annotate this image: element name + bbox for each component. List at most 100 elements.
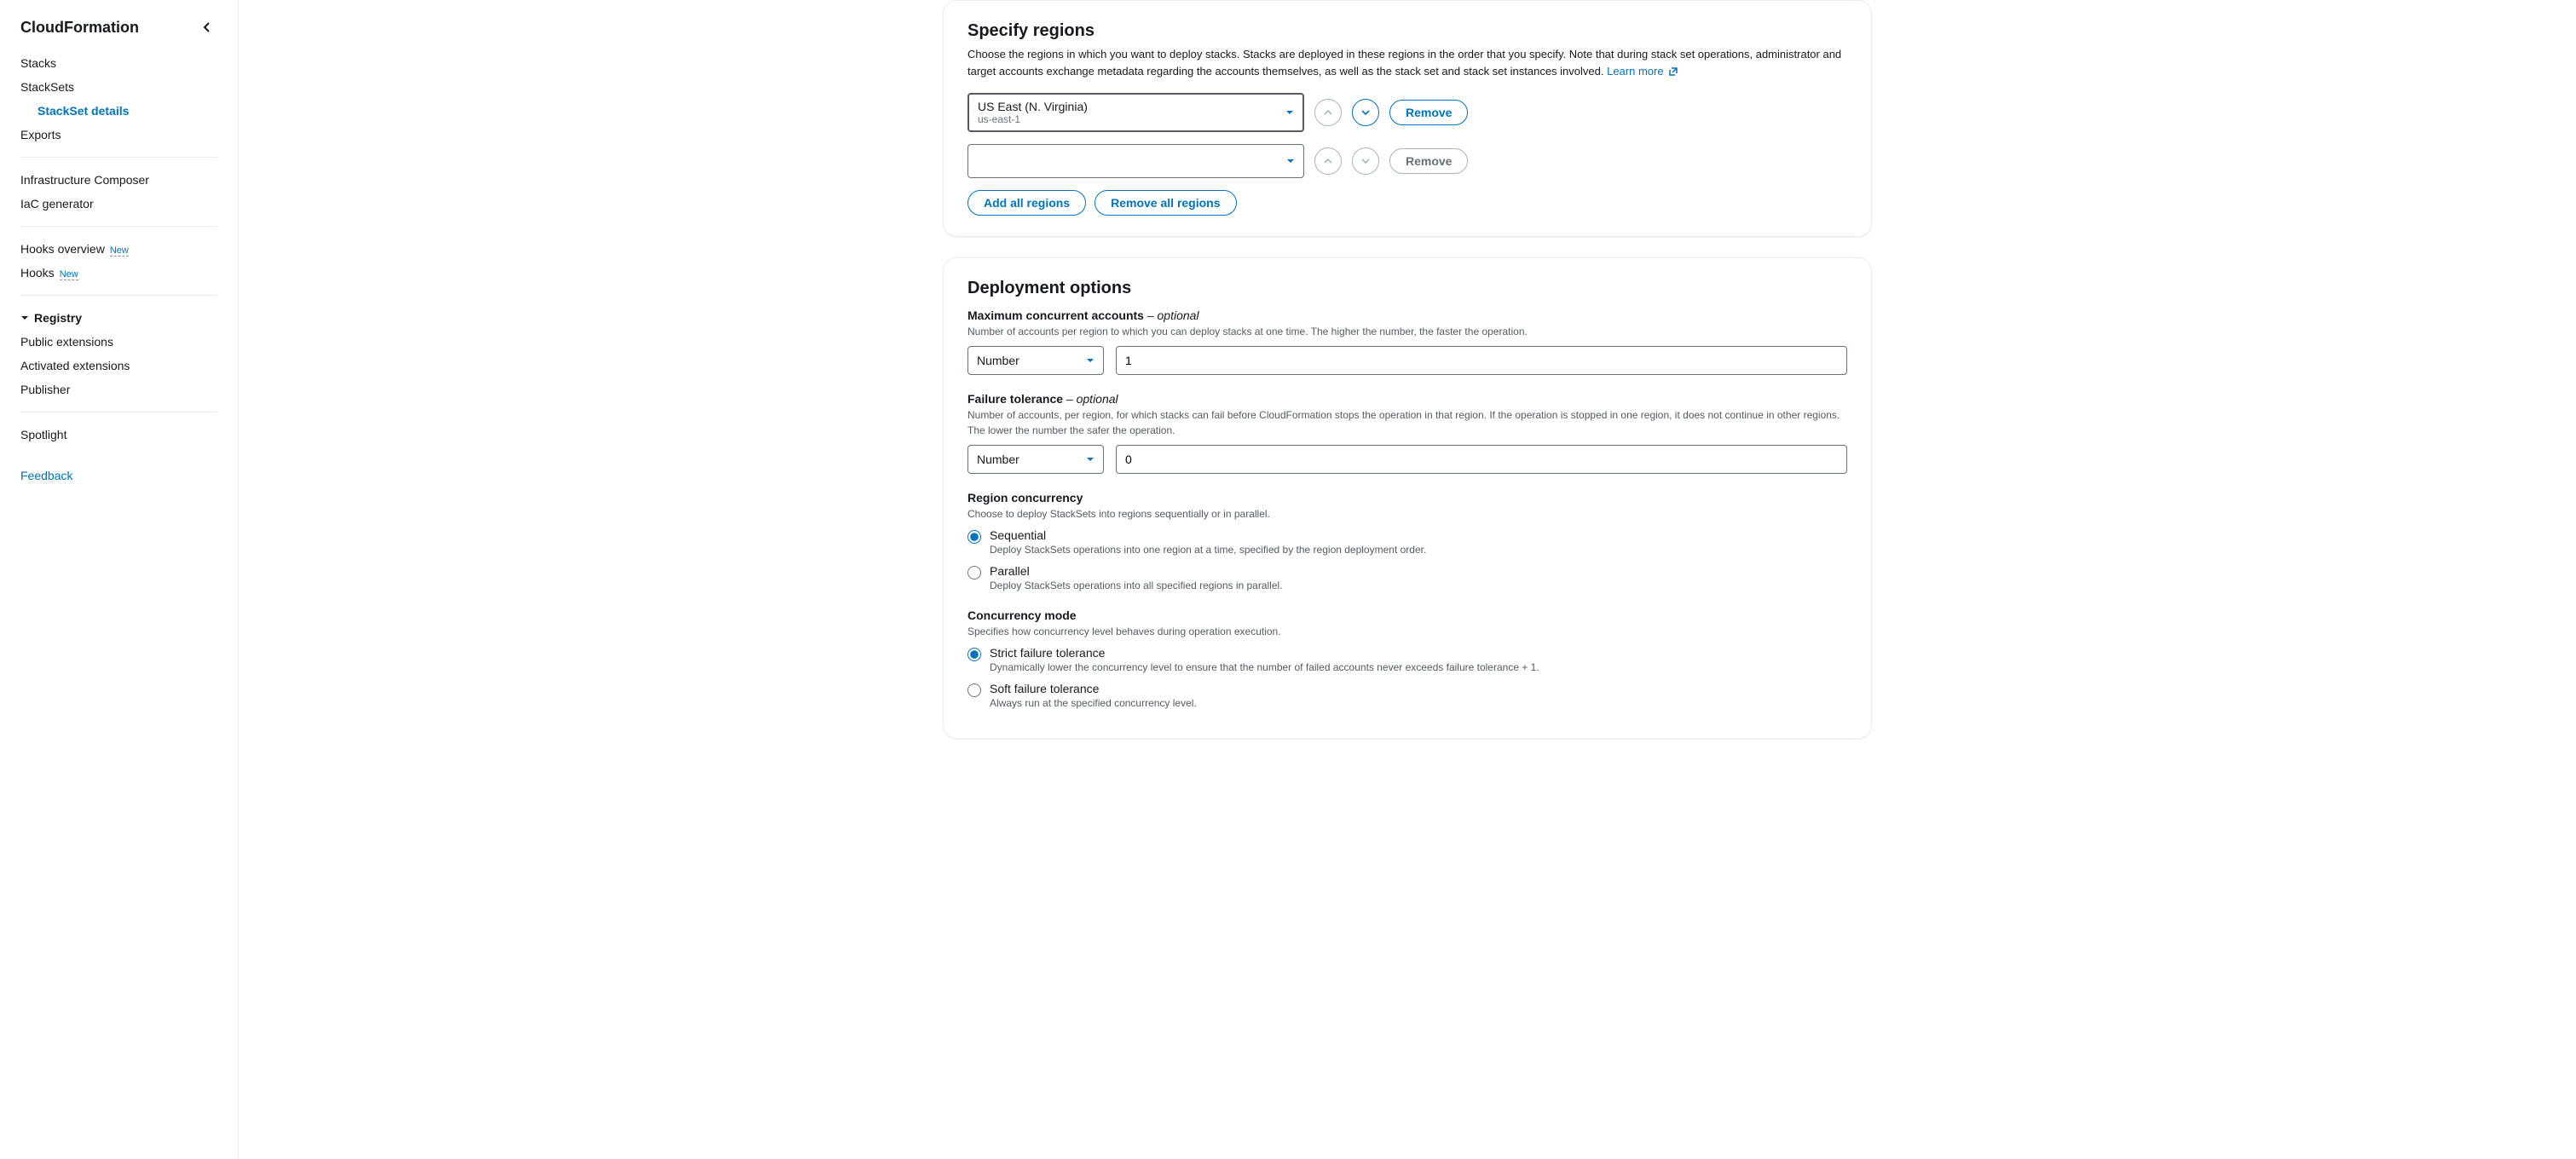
radio-input[interactable] — [967, 683, 981, 697]
nav-divider — [20, 295, 217, 296]
radio-label: Parallel — [990, 564, 1283, 578]
caret-down-icon — [1086, 357, 1095, 364]
nav-group-3: Hooks overview New Hooks New — [0, 237, 238, 285]
nav-item-iac-generator[interactable]: IaC generator — [0, 192, 238, 216]
nav-divider — [20, 157, 217, 158]
field-label: Maximum concurrent accounts – optional — [967, 308, 1847, 322]
caret-down-icon — [1086, 456, 1095, 463]
nav-item-publisher[interactable]: Publisher — [0, 378, 238, 401]
add-all-regions-button[interactable]: Add all regions — [967, 190, 1086, 216]
chevron-down-icon — [1360, 108, 1371, 117]
region-code: us-east-1 — [978, 113, 1275, 125]
remove-region-button-1: Remove — [1389, 148, 1468, 174]
move-down-button-1 — [1352, 147, 1379, 175]
panel-description: Choose the regions in which you want to … — [967, 46, 1847, 79]
select-value: Number — [977, 453, 1019, 466]
chevron-up-icon — [1323, 157, 1333, 165]
radio-input[interactable] — [967, 530, 981, 544]
max-concurrent-field: Maximum concurrent accounts – optional N… — [967, 308, 1847, 375]
nav-item-exports[interactable]: Exports — [0, 123, 238, 147]
region-name: US East (N. Virginia) — [978, 100, 1275, 113]
nav-group-2: Infrastructure Composer IaC generator — [0, 168, 238, 216]
radio-desc: Deploy StackSets operations into all spe… — [990, 580, 1283, 591]
nav-group-registry: Public extensions Activated extensions P… — [0, 330, 238, 401]
field-hint: Choose to deploy StackSets into regions … — [967, 506, 1847, 522]
caret-down-icon — [20, 314, 29, 322]
panel-title: Deployment options — [967, 279, 1847, 298]
nav-group-1: Stacks StackSets StackSet details Export… — [0, 51, 238, 147]
chevron-up-icon — [1323, 108, 1333, 117]
optional-text: – optional — [1063, 392, 1118, 406]
radio-soft-failure[interactable]: Soft failure tolerance Always run at the… — [967, 682, 1847, 709]
deployment-options-panel: Deployment options Maximum concurrent ac… — [943, 257, 1872, 739]
max-concurrent-type-select[interactable]: Number — [967, 346, 1104, 375]
nav-section-label: Registry — [34, 311, 82, 325]
radio-desc: Dynamically lower the concurrency level … — [990, 661, 1539, 673]
new-badge: New — [110, 245, 129, 257]
nav-item-spotlight[interactable]: Spotlight — [0, 423, 238, 447]
move-up-button-1 — [1314, 147, 1342, 175]
chevron-down-icon — [1360, 157, 1371, 165]
nav-item-hooks-overview[interactable]: Hooks overview New — [0, 237, 238, 261]
remove-region-button-0[interactable]: Remove — [1389, 100, 1468, 125]
concurrency-mode-field: Concurrency mode Specifies how concurren… — [967, 608, 1847, 709]
nav-label: Hooks overview — [20, 242, 105, 256]
caret-down-icon — [1285, 109, 1294, 116]
link-text: Learn more — [1607, 65, 1663, 78]
optional-text: – optional — [1144, 308, 1199, 322]
chevron-left-icon — [203, 21, 211, 33]
sidebar-title: CloudFormation — [20, 19, 139, 37]
sidebar: CloudFormation Stacks StackSets StackSet… — [0, 0, 239, 1159]
radio-input[interactable] — [967, 566, 981, 580]
nav-item-hooks[interactable]: Hooks New — [0, 261, 238, 285]
region-select-1[interactable] — [967, 144, 1304, 178]
nav-group-5: Spotlight — [0, 423, 238, 447]
field-label: Region concurrency — [967, 491, 1847, 505]
nav-item-activated-extensions[interactable]: Activated extensions — [0, 354, 238, 378]
failure-tolerance-type-select[interactable]: Number — [967, 445, 1104, 474]
radio-label: Soft failure tolerance — [990, 682, 1197, 695]
nav-label: Hooks — [20, 266, 55, 280]
radio-sequential[interactable]: Sequential Deploy StackSets operations i… — [967, 528, 1847, 556]
nav-divider — [20, 226, 217, 227]
main-content: Specify regions Choose the regions in wh… — [239, 0, 2576, 1159]
nav-item-stacks[interactable]: Stacks — [0, 51, 238, 75]
failure-tolerance-value-input[interactable] — [1116, 445, 1847, 474]
radio-desc: Always run at the specified concurrency … — [990, 697, 1197, 709]
external-link-icon — [1668, 66, 1678, 77]
nav-item-public-extensions[interactable]: Public extensions — [0, 330, 238, 354]
remove-all-regions-button[interactable]: Remove all regions — [1095, 190, 1236, 216]
radio-parallel[interactable]: Parallel Deploy StackSets operations int… — [967, 564, 1847, 591]
region-row-1: Remove — [967, 144, 1847, 178]
radio-input[interactable] — [967, 648, 981, 661]
radio-strict-failure[interactable]: Strict failure tolerance Dynamically low… — [967, 646, 1847, 673]
region-row-0: US East (N. Virginia) us-east-1 Remove — [967, 93, 1847, 132]
nav-item-stackset-details[interactable]: StackSet details — [0, 99, 238, 123]
nav-item-infrastructure-composer[interactable]: Infrastructure Composer — [0, 168, 238, 192]
radio-label: Strict failure tolerance — [990, 646, 1539, 660]
region-select-0[interactable]: US East (N. Virginia) us-east-1 — [967, 93, 1304, 132]
caret-down-icon — [1286, 158, 1295, 164]
collapse-sidebar-button[interactable] — [197, 17, 217, 37]
radio-desc: Deploy StackSets operations into one reg… — [990, 544, 1426, 556]
field-hint: Number of accounts per region to which y… — [967, 324, 1847, 339]
label-text: Failure tolerance — [967, 392, 1063, 406]
learn-more-link[interactable]: Learn more — [1607, 65, 1678, 78]
failure-tolerance-field: Failure tolerance – optional Number of a… — [967, 392, 1847, 474]
field-label: Failure tolerance – optional — [967, 392, 1847, 406]
field-hint: Number of accounts, per region, for whic… — [967, 407, 1847, 438]
max-concurrent-value-input[interactable] — [1116, 346, 1847, 375]
select-value: Number — [977, 354, 1019, 367]
nav-item-stacksets[interactable]: StackSets — [0, 75, 238, 99]
move-down-button-0[interactable] — [1352, 99, 1379, 126]
desc-text: Choose the regions in which you want to … — [967, 48, 1841, 78]
panel-title: Specify regions — [967, 21, 1847, 41]
specify-regions-panel: Specify regions Choose the regions in wh… — [943, 0, 1872, 237]
feedback-link[interactable]: Feedback — [0, 464, 238, 487]
move-up-button-0 — [1314, 99, 1342, 126]
nav-section-registry[interactable]: Registry — [0, 306, 238, 330]
radio-label: Sequential — [990, 528, 1426, 542]
region-concurrency-field: Region concurrency Choose to deploy Stac… — [967, 491, 1847, 591]
field-label: Concurrency mode — [967, 608, 1847, 622]
new-badge: New — [60, 269, 78, 280]
